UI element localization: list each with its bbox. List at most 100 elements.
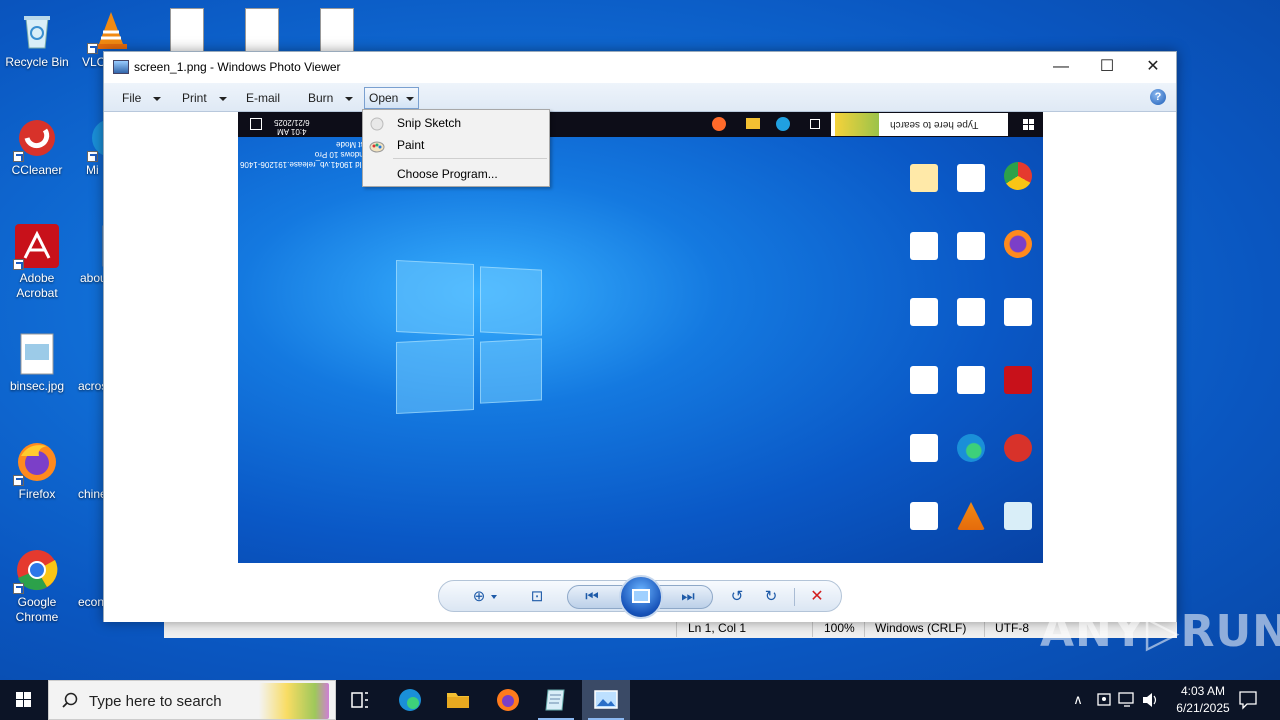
windows-logo-pane xyxy=(480,266,542,336)
menu-email[interactable]: E-mail xyxy=(242,88,284,108)
line-ending: Windows (CRLF) xyxy=(875,621,967,635)
notification-icon xyxy=(250,118,262,130)
menu-open-label: Open xyxy=(369,91,399,105)
desktop-icon-ccleaner[interactable]: CCleaner xyxy=(0,116,74,178)
photo-icon-firefox xyxy=(1000,230,1036,258)
desktop-icon-recycle-bin[interactable]: Recycle Bin xyxy=(0,8,74,70)
menu-item-snip-sketch[interactable]: Snip Sketch xyxy=(365,112,547,134)
network-icon[interactable] xyxy=(1116,680,1138,720)
shortcut-arrow-icon xyxy=(87,43,98,54)
menu-open[interactable]: Open xyxy=(364,87,420,109)
photo-icon-file xyxy=(906,298,942,326)
minimize-button[interactable]: — xyxy=(1038,52,1084,83)
taskbar-search[interactable]: Type here to search xyxy=(48,680,336,720)
show-hidden-icons-button[interactable]: ∧ xyxy=(1068,680,1088,720)
desktop-icon-google-chrome[interactable]: Google Chrome xyxy=(0,548,74,625)
firefox-icon xyxy=(13,440,59,486)
delete-button[interactable]: ✕ xyxy=(805,587,829,607)
menu-item-label: Snip Sketch xyxy=(397,116,462,130)
displayed-screenshot: 4:01 AM 6/21/2025 Type here to search Bui… xyxy=(238,112,1043,563)
desktop-icon-adobe-acrobat[interactable]: Adobe Acrobat xyxy=(0,224,74,301)
snip-sketch-icon xyxy=(369,116,385,131)
photo-icon-ccleaner xyxy=(1000,434,1036,462)
desktop-icon-label: Firefox xyxy=(18,487,56,501)
volume-icon[interactable] xyxy=(1140,680,1160,720)
slideshow-icon xyxy=(632,589,650,603)
title-bar[interactable]: screen_1.png - Windows Photo Viewer — ☐ … xyxy=(104,52,1176,83)
next-button[interactable]: ⏭ xyxy=(676,587,700,607)
shortcut-arrow-icon xyxy=(13,151,24,162)
file-icon-top-3[interactable] xyxy=(320,8,354,52)
image-file-icon xyxy=(15,332,59,376)
actual-size-button[interactable]: ⊡ xyxy=(525,587,549,607)
firefox-icon xyxy=(712,117,726,131)
rotate-clockwise-button[interactable]: ↻ xyxy=(759,587,783,607)
file-icon-top-1[interactable] xyxy=(170,8,204,52)
desktop-icon-label-line1: Adobe xyxy=(19,271,55,285)
menu-file[interactable]: File xyxy=(118,88,165,108)
chevron-down-icon xyxy=(491,595,497,599)
help-icon[interactable]: ? xyxy=(1150,89,1166,105)
photo-icon-chrome xyxy=(1000,162,1036,190)
clock-time: 4:03 AM xyxy=(1180,684,1226,698)
close-button[interactable]: ✕ xyxy=(1130,52,1176,83)
photo-icon-file xyxy=(953,232,989,260)
shortcut-arrow-icon xyxy=(13,475,24,486)
menu-item-choose-program[interactable]: Choose Program... xyxy=(365,163,547,185)
taskbar-clock[interactable]: 4:03 AM 6/21/2025 xyxy=(1158,683,1248,717)
command-bar: File Print E-mail Burn Open ? xyxy=(104,83,1176,112)
search-placeholder: Type here to search xyxy=(89,693,222,710)
taskbar-firefox[interactable] xyxy=(484,680,532,720)
windows-logo-pane xyxy=(396,259,474,337)
menu-print[interactable]: Print xyxy=(178,88,231,108)
shortcut-arrow-icon xyxy=(13,259,24,270)
action-center-icon[interactable] xyxy=(1236,680,1260,720)
image-viewport[interactable]: 4:01 AM 6/21/2025 Type here to search Bui… xyxy=(104,112,1176,564)
menu-separator xyxy=(393,158,547,159)
photo-icon-vlc xyxy=(953,502,989,530)
photo-icon-file xyxy=(953,164,989,192)
file-icon-top-2[interactable] xyxy=(245,8,279,52)
clock-date: 6/21/2025 xyxy=(1176,701,1230,715)
open-with-menu: Snip Sketch Paint Choose Program... xyxy=(362,109,550,187)
photo-icon-file xyxy=(906,502,942,530)
windows-logo-pane xyxy=(396,337,474,415)
taskbar-file-explorer[interactable] xyxy=(434,680,482,720)
taskbar-photo-viewer[interactable] xyxy=(582,680,630,720)
taskbar-edge[interactable] xyxy=(386,680,434,720)
chevron-down-icon xyxy=(153,96,162,101)
shortcut-arrow-icon xyxy=(13,583,24,594)
start-button[interactable] xyxy=(0,680,48,720)
slideshow-button[interactable] xyxy=(619,575,663,619)
rotate-counterclockwise-button[interactable]: ↺ xyxy=(725,587,749,607)
window-title: screen_1.png - Windows Photo Viewer xyxy=(134,60,341,74)
photo-icon-file xyxy=(906,232,942,260)
previous-button[interactable]: ⏮ xyxy=(580,587,604,607)
task-view-icon xyxy=(810,119,820,129)
desktop-icon-label: CCleaner xyxy=(11,163,63,177)
menu-email-label: E-mail xyxy=(246,91,281,105)
chevron-down-icon xyxy=(345,96,354,101)
desktop-icon-label: binsec.jpg xyxy=(9,379,65,393)
photo-watermark-text: Build 19041.vb_release.191206-1406 Windo… xyxy=(240,140,373,169)
menu-burn[interactable]: Burn xyxy=(304,88,357,108)
taskbar-notepad[interactable] xyxy=(532,680,580,720)
windows-logo-pane xyxy=(480,338,542,404)
zoom-button[interactable]: ⊕ xyxy=(467,587,491,607)
desktop-icon-label-line2: Acrobat xyxy=(16,286,58,300)
recycle-bin-icon xyxy=(15,8,59,52)
photo-icon-acrobat xyxy=(1000,366,1036,394)
photo-taskbar: 4:01 AM 6/21/2025 Type here to search xyxy=(238,112,1043,137)
menu-print-label: Print xyxy=(182,91,207,105)
photo-icon-recycle-bin xyxy=(1000,502,1036,530)
encoding: UTF-8 xyxy=(995,621,1029,635)
network-drive-icon[interactable] xyxy=(1094,680,1114,720)
menu-item-label: Paint xyxy=(397,138,425,152)
anyrun-watermark: ANY▷RUN xyxy=(1040,606,1280,657)
photo-icon-file xyxy=(906,434,942,462)
desktop-icon-firefox[interactable]: Firefox xyxy=(0,440,74,502)
menu-item-paint[interactable]: Paint xyxy=(365,134,547,156)
desktop-icon-binsec[interactable]: binsec.jpg xyxy=(0,332,74,394)
maximize-button[interactable]: ☐ xyxy=(1084,52,1130,83)
task-view-button[interactable] xyxy=(336,680,384,720)
